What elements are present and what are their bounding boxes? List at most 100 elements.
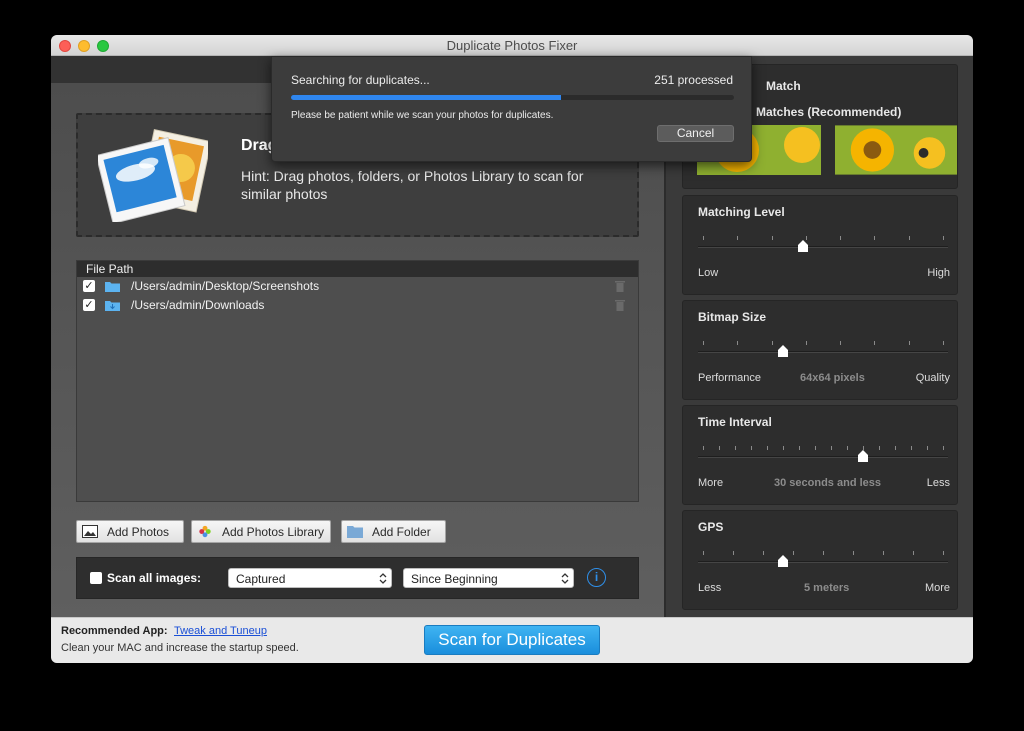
- recommended-app-description: Clean your MAC and increase the startup …: [61, 642, 299, 654]
- match-option-label[interactable]: Matches (Recommended): [756, 105, 901, 119]
- slider-thumb[interactable]: [858, 450, 868, 462]
- slider-tick: [799, 446, 800, 450]
- slider-thumb[interactable]: [778, 345, 788, 357]
- slider-tick: [883, 551, 884, 555]
- list-item[interactable]: ✓ /Users/admin/Downloads: [77, 296, 638, 315]
- slider-tick: [735, 446, 736, 450]
- progress-bar-fill: [291, 95, 562, 100]
- progress-count: 251 processed: [654, 73, 733, 87]
- progress-title: Searching for duplicates...: [291, 73, 430, 87]
- slider-tick: [763, 551, 764, 555]
- slider-tick: [703, 236, 704, 240]
- slider-tick: [719, 446, 720, 450]
- scan-all-checkbox[interactable]: [90, 572, 102, 584]
- scan-all-label: Scan all images:: [107, 571, 202, 585]
- slider-tick: [783, 446, 784, 450]
- slider-tick: [840, 341, 842, 345]
- slider-thumb[interactable]: [798, 240, 808, 252]
- add-photos-button[interactable]: Add Photos: [76, 520, 184, 543]
- photos-icon: [98, 128, 208, 222]
- bitmap-size-min-label: Performance: [698, 372, 761, 384]
- matching-level-min-label: Low: [698, 267, 719, 279]
- trash-icon[interactable]: [615, 299, 625, 311]
- progress-bar: [291, 95, 734, 100]
- progress-sheet: Searching for duplicates... 251 processe…: [271, 56, 752, 162]
- slider-tick: [840, 236, 842, 240]
- slider-tick: [874, 341, 876, 345]
- slider-tick: [943, 236, 944, 240]
- row-checkbox[interactable]: ✓: [83, 299, 95, 311]
- slider-tick: [771, 236, 773, 240]
- progress-message: Please be patient while we scan your pho…: [291, 110, 554, 121]
- slider-tick: [927, 446, 928, 450]
- slider-tick: [908, 341, 910, 345]
- time-interval-min-label: More: [698, 477, 724, 489]
- window-title: Duplicate Photos Fixer: [446, 38, 578, 53]
- slider-tick: [847, 446, 848, 450]
- slider-tick: [908, 236, 910, 240]
- slider-tick: [793, 551, 794, 555]
- slider-tick: [767, 446, 768, 450]
- bitmap-size-max-label: Quality: [915, 372, 950, 384]
- bitmap-size-slider[interactable]: [698, 351, 948, 353]
- slider-tick: [879, 446, 880, 450]
- recommended-app-link[interactable]: Tweak and Tuneup: [174, 625, 267, 637]
- time-interval-value: 30 seconds and less: [774, 477, 881, 489]
- trash-icon[interactable]: [615, 280, 625, 292]
- matching-level-slider[interactable]: [698, 246, 948, 248]
- slider-tick: [853, 551, 854, 555]
- file-path-list: File Path ✓ /Users/admin/Desktop/Screens…: [76, 260, 639, 502]
- gps-panel: GPS Less 5 meters More: [682, 510, 958, 610]
- slider-tick: [823, 551, 824, 555]
- slider-tick: [733, 551, 734, 555]
- add-folder-label: Add Folder: [372, 525, 431, 539]
- chevron-updown-icon: [561, 573, 569, 584]
- slider-tick: [874, 236, 876, 240]
- slider-tick: [751, 446, 752, 450]
- matching-level-title: Matching Level: [698, 205, 785, 219]
- drop-zone-hint: Hint: Drag photos, folders, or Photos Li…: [241, 168, 584, 202]
- bottom-bar: Recommended App: Tweak and Tuneup Clean …: [51, 617, 973, 663]
- slider-tick: [703, 341, 704, 345]
- file-path: /Users/admin/Downloads: [131, 298, 265, 312]
- slider-tick: [943, 446, 944, 450]
- slider-thumb[interactable]: [778, 555, 788, 567]
- slider-tick: [911, 446, 912, 450]
- time-interval-slider[interactable]: [698, 456, 948, 458]
- bitmap-size-title: Bitmap Size: [698, 310, 767, 324]
- info-icon[interactable]: i: [587, 568, 606, 587]
- photos-library-icon: [199, 525, 211, 538]
- date-range-select[interactable]: Since Beginning: [403, 568, 574, 588]
- scan-options-bar: Scan all images: Captured Since Beginnin…: [76, 557, 639, 599]
- gps-max-label: More: [924, 582, 950, 594]
- matching-level-panel: Matching Level Low High: [682, 195, 958, 295]
- slider-tick: [805, 341, 807, 345]
- title-bar: Duplicate Photos Fixer: [51, 35, 973, 56]
- slider-tick: [831, 446, 832, 450]
- slider-tick: [737, 341, 739, 345]
- slider-tick: [703, 551, 704, 555]
- scan-for-duplicates-button[interactable]: Scan for Duplicates: [424, 625, 600, 655]
- add-photos-library-button[interactable]: Add Photos Library: [191, 520, 331, 543]
- slider-tick: [943, 551, 944, 555]
- slider-tick: [815, 446, 816, 450]
- slider-tick: [703, 446, 704, 450]
- cancel-button[interactable]: Cancel: [657, 125, 734, 142]
- gps-title: GPS: [698, 520, 724, 534]
- folder-icon: [105, 282, 120, 292]
- date-type-select[interactable]: Captured: [228, 568, 392, 588]
- add-folder-button[interactable]: Add Folder: [341, 520, 446, 543]
- file-path-header: File Path: [77, 261, 638, 277]
- slider-tick: [771, 341, 773, 345]
- gps-min-label: Less: [698, 582, 722, 594]
- photo-icon: [82, 525, 98, 538]
- date-range-value: Since Beginning: [411, 572, 498, 586]
- sunflower-image: [835, 125, 957, 175]
- slider-tick: [943, 341, 944, 345]
- add-photos-library-label: Add Photos Library: [222, 525, 325, 539]
- add-photos-label: Add Photos: [107, 525, 170, 539]
- gps-slider[interactable]: [698, 561, 948, 563]
- downloads-folder-icon: [105, 301, 120, 311]
- list-item[interactable]: ✓ /Users/admin/Desktop/Screenshots: [77, 277, 638, 296]
- row-checkbox[interactable]: ✓: [83, 280, 95, 292]
